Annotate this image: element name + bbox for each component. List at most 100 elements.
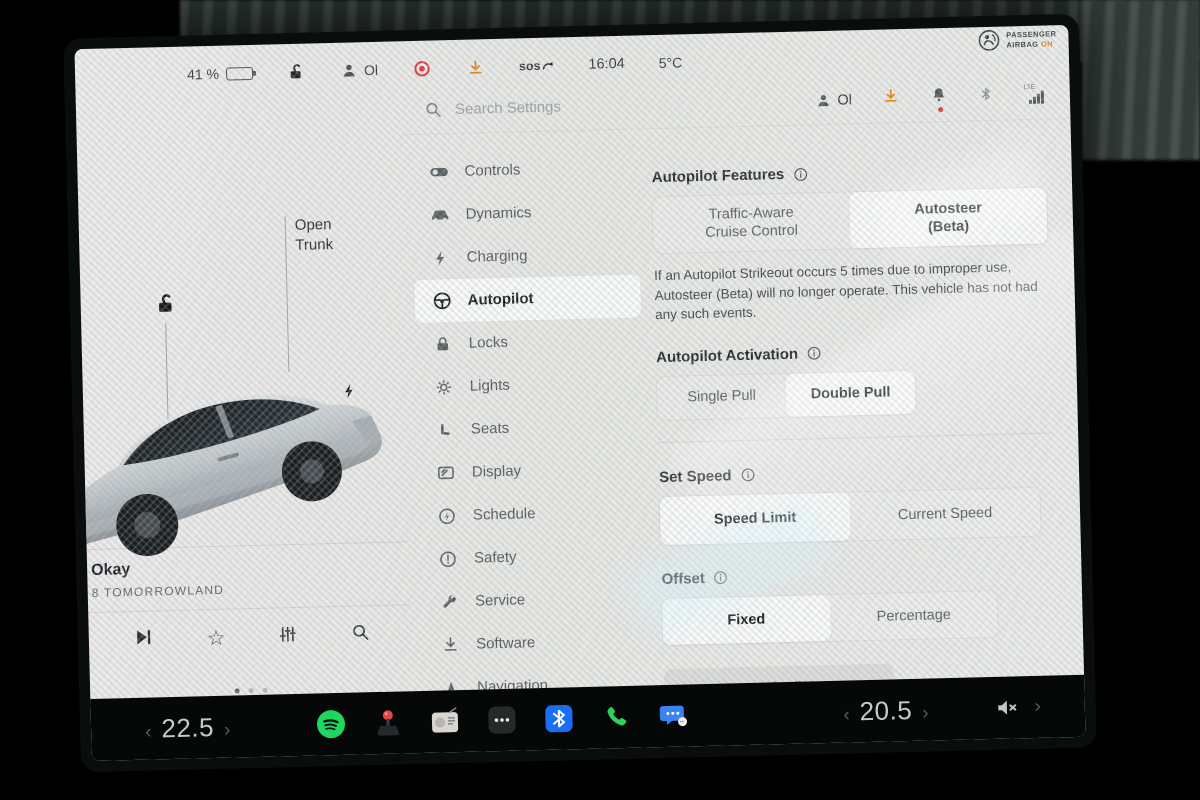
- settings-sidebar: Controls Dynamics Charging Autopilot Loc…: [411, 146, 651, 692]
- schedule-clock-icon: [436, 506, 458, 527]
- header-download-icon[interactable]: [882, 87, 901, 110]
- sos-indicator: sos: [519, 59, 555, 74]
- temp-left-value: 22.5: [161, 712, 214, 744]
- bluetooth-icon[interactable]: [978, 85, 995, 108]
- volume-control[interactable]: ›: [994, 695, 1041, 720]
- notifications-bell-icon[interactable]: [930, 86, 949, 109]
- airbag-line2: AIRBAG: [1006, 39, 1038, 49]
- seat-icon: [434, 421, 456, 440]
- vehicle-panel: Open Trunk: [76, 87, 413, 699]
- volume-muted-icon: [994, 695, 1019, 720]
- driver-profile-name: Ol: [364, 62, 378, 78]
- battery-status: 41 %: [187, 65, 253, 83]
- passenger-airbag-badge: PASSENGER AIRBAG ON: [977, 27, 1057, 52]
- header-profile-button[interactable]: Ol: [814, 91, 852, 109]
- option-speed-limit[interactable]: Speed Limit: [660, 492, 851, 545]
- sidebar-item-controls[interactable]: Controls: [411, 146, 638, 195]
- battery-icon: [226, 66, 253, 80]
- sidebar-item-lights[interactable]: Lights: [416, 360, 643, 409]
- display-icon: [435, 463, 457, 484]
- notification-dot: [938, 107, 943, 112]
- toggle-icon: [427, 161, 450, 183]
- cabin-temp-right[interactable]: ‹ 20.5 ›: [843, 694, 929, 727]
- update-download-icon[interactable]: [466, 58, 485, 77]
- media-track-title: Okay: [91, 554, 409, 580]
- software-download-icon: [439, 635, 461, 655]
- temp-left-decrease[interactable]: ‹: [145, 721, 152, 743]
- bolt-icon: [429, 249, 451, 268]
- media-page-dots[interactable]: [235, 688, 268, 694]
- sidebar-item-service[interactable]: Service: [422, 575, 649, 624]
- more-apps-icon[interactable]: [487, 705, 518, 736]
- open-trunk-label: Open Trunk: [295, 216, 334, 253]
- cabin-temp-left[interactable]: ‹ 22.5 ›: [145, 711, 231, 744]
- search-placeholder: Search Settings: [455, 98, 561, 118]
- cellular-signal-icon: LTE: [1024, 85, 1044, 105]
- next-track-button[interactable]: [133, 626, 155, 653]
- volume-increase[interactable]: ›: [1034, 696, 1041, 718]
- radio-tuner-app-icon[interactable]: [430, 706, 461, 737]
- dashcam-record-icon[interactable]: [412, 59, 432, 79]
- unlock-vehicle-button[interactable]: [154, 293, 178, 322]
- option-percentage[interactable]: Percentage: [830, 591, 999, 641]
- option-fixed[interactable]: Fixed: [662, 595, 831, 645]
- info-icon[interactable]: [806, 345, 822, 361]
- sidebar-item-dynamics[interactable]: Dynamics: [412, 189, 639, 238]
- features-segment: Traffic-Aware Cruise Control Autosteer (…: [652, 188, 1047, 254]
- features-title: Autopilot Features: [652, 166, 785, 186]
- media-track-subtitle: 8 TOMORROWLAND: [92, 578, 410, 600]
- alert-circle-icon: [437, 549, 459, 570]
- messages-app-icon[interactable]: [658, 700, 689, 731]
- tesla-ui: 41 % Ol sos 16:04 5°C PASSENGER AIRBAG O…: [74, 25, 1085, 761]
- steering-wheel-icon: [430, 290, 453, 312]
- temp-right-decrease[interactable]: ‹: [843, 704, 850, 726]
- favorite-star-button[interactable]: ☆: [206, 627, 225, 648]
- sidebar-item-seats[interactable]: Seats: [417, 403, 644, 452]
- garage-wall-backdrop-right: [1082, 0, 1200, 160]
- info-icon[interactable]: [713, 570, 729, 586]
- search-icon: [424, 100, 443, 119]
- lock-status-icon[interactable]: [287, 62, 306, 81]
- driver-profile[interactable]: Ol: [340, 61, 378, 80]
- activation-segment: Single Pull Double Pull: [657, 371, 916, 420]
- light-icon: [433, 377, 455, 398]
- temp-left-increase[interactable]: ›: [224, 719, 231, 741]
- section-divider: [658, 432, 1052, 443]
- set-speed-title: Set Speed: [659, 467, 732, 486]
- option-single-pull[interactable]: Single Pull: [657, 374, 787, 420]
- bluetooth-app-icon[interactable]: [544, 703, 575, 734]
- battery-percent: 41 %: [187, 66, 219, 83]
- info-icon[interactable]: [792, 166, 808, 182]
- clock: 16:04: [588, 56, 625, 73]
- sos-label: sos: [519, 59, 541, 74]
- sidebar-item-charging[interactable]: Charging: [413, 232, 640, 281]
- media-search-button[interactable]: [350, 622, 371, 647]
- media-player: Okay 8 TOMORROWLAND ☆: [87, 541, 413, 699]
- offset-segment: Fixed Percentage: [662, 591, 998, 645]
- sliders-button[interactable]: [278, 623, 299, 648]
- phone-app-icon[interactable]: [601, 702, 632, 733]
- spotify-app-icon[interactable]: [316, 709, 347, 740]
- temp-right-increase[interactable]: ›: [922, 702, 929, 724]
- sidebar-item-locks[interactable]: Locks: [415, 317, 642, 366]
- sidebar-item-safety[interactable]: Safety: [420, 532, 647, 581]
- offset-title: Offset: [661, 570, 705, 588]
- car-icon: [428, 204, 451, 226]
- option-double-pull[interactable]: Double Pull: [786, 371, 916, 417]
- option-tacc[interactable]: Traffic-Aware Cruise Control: [652, 192, 850, 253]
- arcade-joystick-app-icon[interactable]: [373, 707, 404, 738]
- temp-right-value: 20.5: [859, 694, 912, 726]
- sidebar-item-software[interactable]: Software: [423, 618, 650, 667]
- info-icon[interactable]: [739, 467, 755, 483]
- tesla-touchscreen: 41 % Ol sos 16:04 5°C PASSENGER AIRBAG O…: [63, 14, 1097, 773]
- airbag-icon: [977, 29, 1001, 53]
- sidebar-item-display[interactable]: Display: [418, 446, 645, 495]
- option-current-speed[interactable]: Current Speed: [850, 487, 1041, 540]
- outside-temperature: 5°C: [659, 54, 683, 71]
- autopilot-settings: Autopilot Features Traffic-Aware Cruise …: [651, 136, 1059, 692]
- settings-panel: Search Settings Ol LTE: [397, 71, 1084, 691]
- lock-icon: [432, 335, 454, 354]
- option-autosteer[interactable]: Autosteer (Beta): [849, 188, 1047, 249]
- sidebar-item-schedule[interactable]: Schedule: [419, 489, 646, 538]
- sidebar-item-autopilot[interactable]: Autopilot: [414, 274, 641, 323]
